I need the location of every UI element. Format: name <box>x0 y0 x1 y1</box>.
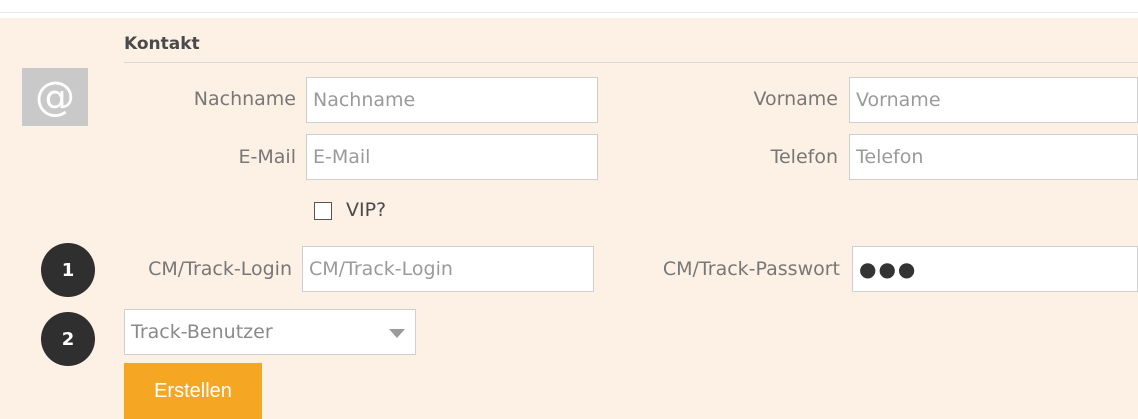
telefon-input[interactable]: Telefon <box>849 134 1138 180</box>
cm-login-label: CM/Track-Login <box>148 258 292 280</box>
vip-label: VIP? <box>346 199 387 221</box>
create-button[interactable]: Erstellen <box>124 363 262 419</box>
nachname-input[interactable]: Nachname <box>306 77 598 123</box>
telefon-label: Telefon <box>770 146 838 168</box>
nachname-label: Nachname <box>193 88 296 110</box>
email-input[interactable]: E-Mail <box>306 134 598 180</box>
cm-login-input[interactable]: CM/Track-Login <box>302 246 594 292</box>
chevron-down-icon[interactable] <box>389 329 405 338</box>
email-label: E-Mail <box>238 146 296 168</box>
cm-passwort-label: CM/Track-Passwort <box>662 258 840 280</box>
at-icon-glyph: @ <box>35 74 75 120</box>
top-divider <box>0 12 1138 13</box>
at-icon: @ <box>22 68 88 126</box>
vorname-input[interactable]: Vorname <box>849 77 1138 123</box>
track-user-selected: Track-Benutzer <box>131 321 273 343</box>
section-title: Kontakt <box>124 34 200 54</box>
cm-passwort-input[interactable]: ●●● <box>852 246 1138 292</box>
section-divider <box>124 62 1138 63</box>
step-badge-1: 1 <box>41 243 95 297</box>
vip-checkbox[interactable] <box>314 202 332 220</box>
track-user-select[interactable]: Track-Benutzer <box>124 309 416 355</box>
step-badge-2: 2 <box>41 312 95 366</box>
vorname-label: Vorname <box>753 88 838 110</box>
